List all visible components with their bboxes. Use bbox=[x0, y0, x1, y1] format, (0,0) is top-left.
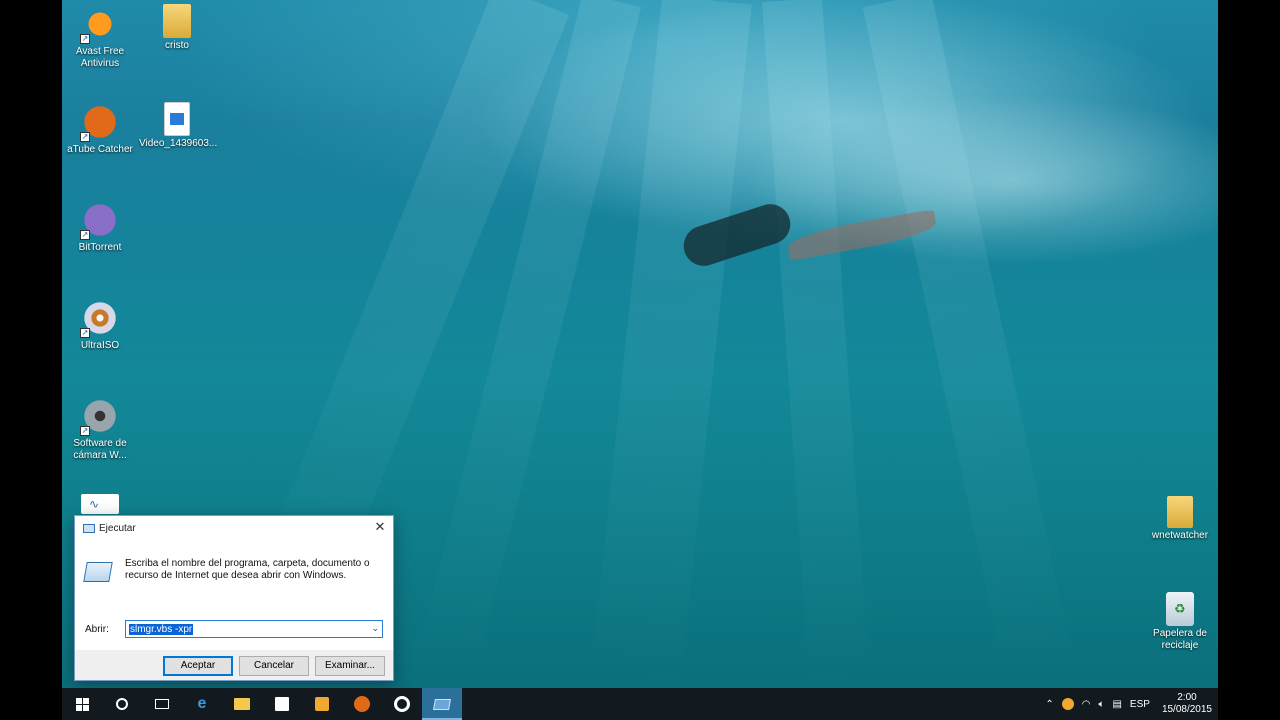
desktop-icon-video[interactable]: Video_1439603... bbox=[139, 102, 218, 150]
clock-date: 15/08/2015 bbox=[1161, 704, 1212, 715]
desktop-icon-label: Software de cámara W... bbox=[73, 438, 127, 461]
shortcut-arrow-icon: ↗ bbox=[80, 426, 90, 436]
desktop-icon-recycle-bin[interactable]: ♻ Papelera de reciclaje bbox=[1142, 592, 1218, 652]
command-input[interactable]: slmgr.vbs -xpr ⌄ bbox=[125, 620, 383, 638]
windows-logo-icon bbox=[75, 697, 89, 711]
shortcut-arrow-icon: ↗ bbox=[80, 132, 90, 142]
disc-icon bbox=[394, 696, 410, 712]
clock-time: 2:00 bbox=[1177, 692, 1197, 703]
language-indicator[interactable]: ESP bbox=[1130, 699, 1150, 710]
desktop-icon-label: aTube Catcher bbox=[67, 144, 133, 155]
desktop-icon-label: wnetwatcher bbox=[1151, 530, 1209, 541]
desktop-icon-cristo[interactable]: cristo bbox=[139, 4, 215, 52]
desktop-icon-label: Avast Free Antivirus bbox=[75, 46, 125, 69]
run-icon bbox=[83, 562, 113, 582]
taskbar-edge[interactable]: e bbox=[182, 688, 222, 720]
run-icon-small bbox=[83, 523, 95, 533]
desktop-icon-label: Video_1439603... bbox=[139, 138, 218, 149]
taskbar-disc-app[interactable] bbox=[382, 688, 422, 720]
taskbar-run-dialog[interactable] bbox=[422, 688, 462, 720]
folder-icon bbox=[234, 698, 250, 710]
desktop-icon-label: cristo bbox=[165, 40, 189, 51]
run-dialog-titlebar[interactable]: Ejecutar ✕ bbox=[75, 516, 393, 540]
desktop-icon-partial[interactable]: ∿ bbox=[62, 494, 138, 516]
run-dialog-description: Escriba el nombre del programa, carpeta,… bbox=[125, 558, 370, 581]
taskbar-atube-catcher[interactable] bbox=[342, 688, 382, 720]
taskbar-store[interactable] bbox=[262, 688, 302, 720]
ultraiso-icon: ↗ bbox=[80, 298, 120, 338]
left-black-bar bbox=[0, 0, 62, 720]
edge-icon: e bbox=[197, 695, 207, 712]
desktop-icon-label: UltraISO bbox=[80, 340, 120, 351]
run-dialog-footer: Aceptar Cancelar Examinar... bbox=[75, 650, 393, 680]
media-player-icon bbox=[315, 697, 329, 711]
right-black-bar bbox=[1218, 0, 1280, 720]
video-file-icon bbox=[164, 102, 190, 136]
system-tray: ⌃ ◠ 🔈︎ ▤ ESP 2:00 15/08/2015 bbox=[1045, 688, 1212, 720]
cortana-button[interactable] bbox=[102, 688, 142, 720]
desktop-icon-wnetwatcher[interactable]: wnetwatcher bbox=[1142, 496, 1218, 542]
run-dialog-body: Escriba el nombre del programa, carpeta,… bbox=[75, 540, 393, 650]
desktop-icon-avast[interactable]: ↗ Avast Free Antivirus bbox=[62, 4, 138, 70]
recycle-bin-icon: ♻ bbox=[1166, 592, 1194, 626]
open-label: Abrir: bbox=[85, 624, 109, 635]
avast-tray-icon[interactable] bbox=[1061, 698, 1074, 710]
close-icon[interactable]: ✕ bbox=[373, 520, 387, 534]
accept-button[interactable]: Aceptar bbox=[163, 656, 233, 676]
run-dialog[interactable]: Ejecutar ✕ Escriba el nombre del program… bbox=[74, 515, 394, 681]
desktop-icon-label: Papelera de reciclaje bbox=[1153, 628, 1207, 651]
folder-icon bbox=[1167, 496, 1193, 528]
desktop-icon-atube[interactable]: ↗ aTube Catcher bbox=[62, 102, 138, 156]
desktop-icon-ultraiso[interactable]: ↗ UltraISO bbox=[62, 298, 138, 352]
shortcut-arrow-icon: ↗ bbox=[80, 230, 90, 240]
run-icon bbox=[433, 698, 451, 710]
light-ray bbox=[862, 0, 1075, 681]
notifications-icon[interactable]: ▤ bbox=[1112, 699, 1121, 710]
avast-icon: ↗ bbox=[80, 4, 120, 44]
store-icon bbox=[275, 697, 289, 711]
taskbar: e ⌃ ◠ 🔈︎ ▤ ESP 2:00 15/08/2015 bbox=[62, 688, 1218, 720]
shortcut-arrow-icon: ↗ bbox=[80, 328, 90, 338]
desktop-icon-bittorrent[interactable]: ↗ BitTorrent bbox=[62, 200, 138, 254]
cortana-circle-icon bbox=[116, 698, 128, 710]
app-icon: ∿ bbox=[81, 494, 119, 514]
chevron-up-icon[interactable]: ⌃ bbox=[1045, 699, 1053, 710]
task-view-icon bbox=[155, 699, 169, 709]
folder-icon bbox=[163, 4, 191, 38]
cancel-button[interactable]: Cancelar bbox=[239, 656, 309, 676]
bittorrent-icon: ↗ bbox=[80, 200, 120, 240]
desktop-icon-camera-software[interactable]: ↗ Software de cámara W... bbox=[62, 396, 138, 462]
atube-catcher-icon bbox=[354, 696, 370, 712]
volume-icon[interactable]: 🔈︎ bbox=[1098, 699, 1104, 710]
clock[interactable]: 2:00 15/08/2015 bbox=[1162, 692, 1212, 716]
start-button[interactable] bbox=[62, 688, 102, 720]
taskbar-media-player[interactable] bbox=[302, 688, 342, 720]
browse-button[interactable]: Examinar... bbox=[315, 656, 385, 676]
task-view-button[interactable] bbox=[142, 688, 182, 720]
chevron-down-icon[interactable]: ⌄ bbox=[371, 623, 379, 634]
atube-catcher-icon: ↗ bbox=[80, 102, 120, 142]
wifi-icon[interactable]: ◠ bbox=[1082, 699, 1091, 710]
taskbar-file-explorer[interactable] bbox=[222, 688, 262, 720]
shortcut-arrow-icon: ↗ bbox=[80, 34, 90, 44]
desktop-icon-label: BitTorrent bbox=[78, 242, 122, 253]
run-dialog-title: Ejecutar bbox=[99, 522, 136, 534]
light-ray bbox=[762, 0, 870, 688]
command-input-value: slmgr.vbs -xpr bbox=[129, 623, 194, 635]
camera-software-icon: ↗ bbox=[80, 396, 120, 436]
